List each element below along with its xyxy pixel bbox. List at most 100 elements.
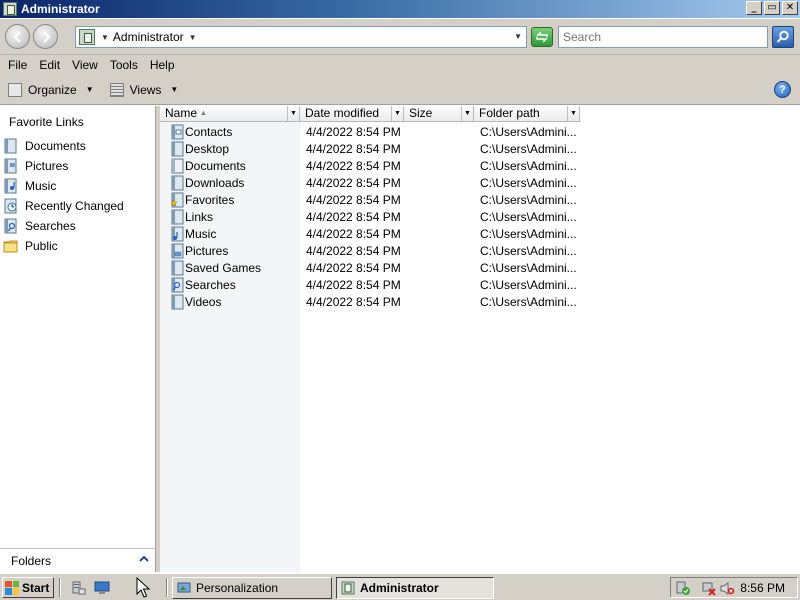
file-row-pictures[interactable]: Pictures 4/4/2022 8:54 PM C:\Users\Admin… — [160, 242, 580, 259]
close-button[interactable]: ✕ — [782, 1, 798, 15]
search-icon — [776, 30, 789, 43]
column-header-date-label: Date modified — [305, 106, 380, 120]
maximize-button[interactable]: ▭ — [764, 1, 780, 15]
favorite-link-documents[interactable]: Documents — [0, 136, 155, 156]
window-title: Administrator — [21, 2, 100, 16]
favorite-link-music[interactable]: Music — [0, 176, 155, 196]
searches-icon — [4, 218, 17, 234]
file-row-contacts[interactable]: Contacts 4/4/2022 8:54 PM C:\Users\Admin… — [160, 123, 580, 140]
favorite-link-searches[interactable]: Searches — [0, 216, 155, 236]
menu-file[interactable]: File — [3, 58, 32, 72]
file-row-videos[interactable]: Videos 4/4/2022 8:54 PM C:\Users\Admini.… — [160, 293, 580, 310]
views-label: Views — [129, 82, 162, 97]
favorite-link-label: Searches — [25, 219, 76, 233]
file-list-pane: Name ▲ ▼ Date modified ▼ Size ▼ Folder p… — [160, 106, 800, 572]
taskbar-separator — [59, 578, 61, 597]
breadcrumb-arrow-icon[interactable]: ▼ — [101, 33, 109, 42]
file-name: Documents — [185, 158, 246, 173]
file-date-modified: 4/4/2022 8:54 PM — [306, 294, 401, 309]
file-folder-path: C:\Users\Admini... — [480, 294, 577, 309]
favorite-links-list: Documents Pictures Music Recently Change… — [0, 136, 155, 256]
menu-tools[interactable]: Tools — [105, 58, 143, 72]
file-folder-path: C:\Users\Admini... — [480, 226, 577, 241]
views-button[interactable]: Views ▼ — [109, 82, 179, 97]
contacts-folder-icon — [171, 124, 184, 139]
file-row-documents[interactable]: Documents 4/4/2022 8:54 PM C:\Users\Admi… — [160, 157, 580, 174]
column-header-date-modified[interactable]: Date modified ▼ — [300, 106, 404, 122]
favorite-links-heading: Favorite Links — [9, 115, 84, 129]
file-row-music[interactable]: Music 4/4/2022 8:54 PM C:\Users\Admini..… — [160, 225, 580, 242]
column-filter-dropdown-icon[interactable]: ▼ — [391, 106, 403, 121]
back-button[interactable] — [5, 24, 30, 49]
taskbar-button-administrator[interactable]: Administrator — [336, 577, 494, 599]
folders-toggle[interactable]: Folders — [0, 548, 155, 572]
file-date-modified: 4/4/2022 8:54 PM — [306, 124, 401, 139]
server-manager-icon[interactable] — [70, 580, 86, 595]
column-header-path-label: Folder path — [479, 106, 540, 120]
videos-folder-icon — [171, 294, 184, 309]
security-status-icon[interactable] — [675, 581, 691, 596]
music-icon — [4, 178, 17, 194]
file-row-links[interactable]: Links 4/4/2022 8:54 PM C:\Users\Admini..… — [160, 208, 580, 225]
minimize-button[interactable]: _ — [746, 1, 762, 15]
column-header-folder-path[interactable]: Folder path ▼ — [474, 106, 580, 122]
address-history-dropdown-icon[interactable]: ▼ — [514, 32, 522, 41]
column-header-name[interactable]: Name ▲ ▼ — [160, 106, 300, 122]
file-row-desktop[interactable]: Desktop 4/4/2022 8:54 PM C:\Users\Admini… — [160, 140, 580, 157]
system-tray: 8:56 PM — [670, 577, 798, 598]
command-toolbar: Organize ▼ Views ▼ ? — [0, 75, 800, 105]
menu-bar: File Edit View Tools Help — [0, 55, 800, 75]
favorite-link-label: Documents — [25, 139, 86, 153]
chevron-down-icon: ▼ — [170, 85, 179, 94]
search-input[interactable] — [558, 26, 768, 48]
menu-help[interactable]: Help — [145, 58, 180, 72]
breadcrumb-dropdown-icon[interactable]: ▼ — [189, 33, 197, 42]
file-folder-path: C:\Users\Admini... — [480, 175, 577, 190]
show-desktop-icon[interactable] — [94, 580, 110, 595]
file-name: Links — [185, 209, 214, 224]
menu-view[interactable]: View — [67, 58, 103, 72]
file-row-saved-games[interactable]: Saved Games 4/4/2022 8:54 PM C:\Users\Ad… — [160, 259, 580, 276]
address-bar[interactable]: ▼ Administrator ▼ ▼ — [75, 26, 527, 48]
volume-muted-icon[interactable] — [719, 581, 735, 596]
favorite-link-recently-changed[interactable]: Recently Changed — [0, 196, 155, 216]
favorite-link-label: Recently Changed — [25, 199, 124, 213]
favorite-link-pictures[interactable]: Pictures — [0, 156, 155, 176]
taskbar-button-personalization[interactable]: Personalization — [172, 577, 332, 599]
favorite-link-public[interactable]: Public — [0, 236, 155, 256]
column-header-name-label: Name — [165, 106, 198, 120]
refresh-button[interactable] — [531, 27, 553, 47]
favorite-link-label: Public — [25, 239, 58, 253]
taskbar-separator — [166, 578, 168, 597]
column-filter-dropdown-icon[interactable]: ▼ — [461, 106, 473, 121]
title-bar[interactable]: Administrator _ ▭ ✕ — [0, 0, 800, 18]
help-button[interactable]: ? — [774, 81, 791, 98]
search-button[interactable] — [772, 26, 794, 48]
file-row-favorites[interactable]: Favorites 4/4/2022 8:54 PM C:\Users\Admi… — [160, 191, 580, 208]
column-filter-dropdown-icon[interactable]: ▼ — [567, 106, 579, 121]
file-folder-path: C:\Users\Admini... — [480, 209, 577, 224]
organize-icon — [8, 82, 22, 97]
forward-button[interactable] — [33, 24, 58, 49]
clock[interactable]: 8:56 PM — [740, 581, 785, 595]
start-button[interactable]: Start — [2, 577, 54, 598]
file-row-downloads[interactable]: Downloads 4/4/2022 8:54 PM C:\Users\Admi… — [160, 174, 580, 191]
menu-edit[interactable]: Edit — [34, 58, 65, 72]
favorite-link-label: Pictures — [25, 159, 69, 173]
network-disconnected-icon[interactable] — [701, 581, 717, 596]
file-date-modified: 4/4/2022 8:54 PM — [306, 175, 401, 190]
taskbar-button-label: Administrator — [360, 581, 439, 595]
file-folder-path: C:\Users\Admini... — [480, 260, 577, 275]
organize-button[interactable]: Organize ▼ — [8, 82, 94, 97]
column-header-size[interactable]: Size ▼ — [404, 106, 474, 122]
user-folder-icon — [341, 581, 355, 595]
user-folder-icon — [3, 2, 17, 16]
user-folder-icon — [79, 29, 95, 45]
refresh-icon — [536, 31, 548, 43]
column-filter-dropdown-icon[interactable]: ▼ — [287, 106, 299, 121]
column-header: Name ▲ ▼ Date modified ▼ Size ▼ Folder p… — [160, 106, 580, 122]
window-controls: _ ▭ ✕ — [746, 1, 798, 15]
file-row-searches[interactable]: Searches 4/4/2022 8:54 PM C:\Users\Admin… — [160, 276, 580, 293]
breadcrumb-administrator[interactable]: Administrator — [113, 30, 184, 44]
file-folder-path: C:\Users\Admini... — [480, 158, 577, 173]
